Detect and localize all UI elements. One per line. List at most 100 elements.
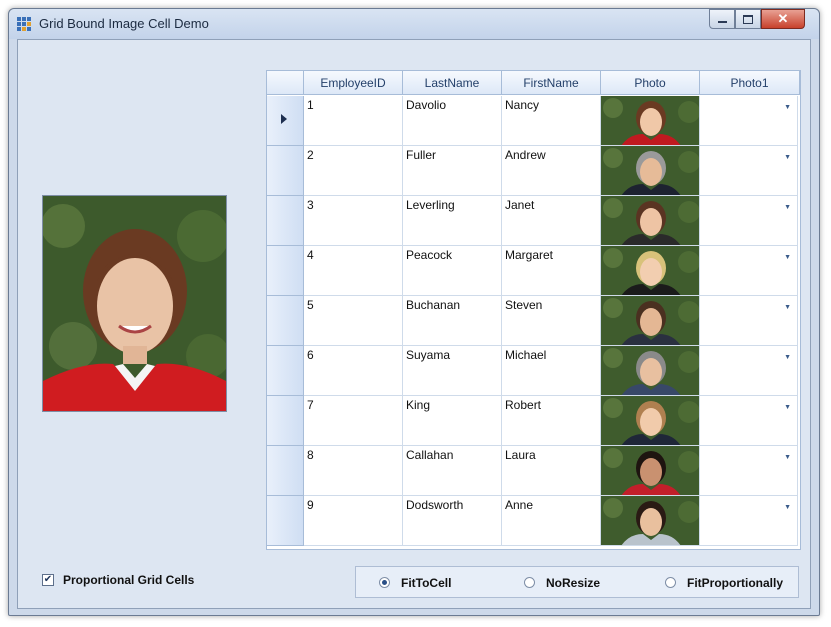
column-header[interactable]: FirstName: [502, 71, 601, 95]
column-header[interactable]: LastName: [403, 71, 502, 95]
fit-proportionally-radio[interactable]: [665, 577, 676, 588]
employee-photo: [601, 96, 699, 145]
row-header[interactable]: [267, 246, 304, 296]
first-name-cell[interactable]: Margaret: [502, 246, 601, 296]
no-resize-label[interactable]: NoResize: [546, 576, 600, 590]
first-name-cell[interactable]: Laura: [502, 446, 601, 496]
photo1-cell[interactable]: ▼: [700, 446, 798, 496]
employee-photo: [601, 296, 699, 345]
photo-cell[interactable]: [601, 246, 700, 296]
photo-cell[interactable]: [601, 146, 700, 196]
last-name-cell[interactable]: King: [403, 396, 502, 446]
proportional-checkbox-label[interactable]: Proportional Grid Cells: [63, 573, 194, 587]
last-name-cell[interactable]: Davolio: [403, 96, 502, 146]
client-area: EmployeeID LastName FirstName Photo Phot…: [17, 39, 811, 609]
first-name-cell[interactable]: Anne: [502, 496, 601, 546]
column-header[interactable]: EmployeeID: [304, 71, 403, 95]
employee-id-cell[interactable]: 8: [304, 446, 403, 496]
dropdown-arrow-icon[interactable]: ▼: [784, 354, 791, 361]
employee-id-cell[interactable]: 9: [304, 496, 403, 546]
photo1-cell[interactable]: ▼: [700, 146, 798, 196]
first-name-cell[interactable]: Janet: [502, 196, 601, 246]
photo-cell[interactable]: [601, 96, 700, 146]
employee-photo: [601, 346, 699, 395]
dropdown-arrow-icon[interactable]: ▼: [784, 504, 791, 511]
row-header[interactable]: [267, 296, 304, 346]
maximize-button[interactable]: [735, 9, 761, 29]
resize-mode-group: FitToCell NoResize FitProportionally: [355, 566, 799, 598]
last-name-cell[interactable]: Suyama: [403, 346, 502, 396]
dropdown-arrow-icon[interactable]: ▼: [784, 204, 791, 211]
last-name-cell[interactable]: Leverling: [403, 196, 502, 246]
photo-cell[interactable]: [601, 396, 700, 446]
dropdown-arrow-icon[interactable]: ▼: [784, 454, 791, 461]
employee-id-cell[interactable]: 3: [304, 196, 403, 246]
photo1-cell[interactable]: ▼: [700, 96, 798, 146]
window-title: Grid Bound Image Cell Demo: [39, 16, 209, 31]
fit-to-cell-radio[interactable]: [379, 577, 390, 588]
photo-cell[interactable]: [601, 496, 700, 546]
employee-id-cell[interactable]: 7: [304, 396, 403, 446]
last-name-cell[interactable]: Buchanan: [403, 296, 502, 346]
current-row-icon: [281, 114, 287, 124]
first-name-cell[interactable]: Nancy: [502, 96, 601, 146]
dropdown-arrow-icon[interactable]: ▼: [784, 254, 791, 261]
last-name-cell[interactable]: Peacock: [403, 246, 502, 296]
last-name-cell[interactable]: Callahan: [403, 446, 502, 496]
fit-proportionally-label[interactable]: FitProportionally: [687, 576, 783, 590]
employee-id-cell[interactable]: 2: [304, 146, 403, 196]
last-name-cell[interactable]: Dodsworth: [403, 496, 502, 546]
proportional-checkbox[interactable]: ✔: [42, 574, 54, 586]
photo1-cell[interactable]: ▼: [700, 496, 798, 546]
fit-to-cell-label[interactable]: FitToCell: [401, 576, 451, 590]
column-header[interactable]: Photo1: [700, 71, 800, 95]
photo-cell[interactable]: [601, 346, 700, 396]
employee-id-cell[interactable]: 1: [304, 96, 403, 146]
column-header[interactable]: Photo: [601, 71, 700, 95]
photo1-cell[interactable]: ▼: [700, 346, 798, 396]
first-name-cell[interactable]: Andrew: [502, 146, 601, 196]
photo1-cell[interactable]: ▼: [700, 396, 798, 446]
employee-photo: [601, 196, 699, 245]
no-resize-radio[interactable]: [524, 577, 535, 588]
employee-id-cell[interactable]: 5: [304, 296, 403, 346]
photo-cell[interactable]: [601, 446, 700, 496]
minimize-icon: [717, 21, 727, 23]
first-name-cell[interactable]: Steven: [502, 296, 601, 346]
row-header[interactable]: [267, 446, 304, 496]
row-header[interactable]: [267, 96, 304, 146]
photo-cell[interactable]: [601, 296, 700, 346]
photo-cell[interactable]: [601, 196, 700, 246]
row-header[interactable]: [267, 496, 304, 546]
dropdown-arrow-icon[interactable]: ▼: [784, 304, 791, 311]
title-bar[interactable]: Grid Bound Image Cell Demo ✕: [9, 9, 819, 39]
employee-grid[interactable]: EmployeeID LastName FirstName Photo Phot…: [266, 70, 801, 550]
minimize-button[interactable]: [709, 9, 735, 29]
row-header[interactable]: [267, 396, 304, 446]
dropdown-arrow-icon[interactable]: ▼: [784, 104, 791, 111]
close-button[interactable]: ✕: [761, 9, 805, 29]
employee-photo: [601, 396, 699, 445]
last-name-cell[interactable]: Fuller: [403, 146, 502, 196]
row-header[interactable]: [267, 196, 304, 246]
row-header[interactable]: [267, 146, 304, 196]
app-window: Grid Bound Image Cell Demo ✕ EmployeeID …: [8, 8, 820, 616]
employee-photo: [601, 246, 699, 295]
photo1-cell[interactable]: ▼: [700, 246, 798, 296]
photo1-cell[interactable]: ▼: [700, 196, 798, 246]
employee-id-cell[interactable]: 4: [304, 246, 403, 296]
check-icon: ✔: [43, 574, 53, 585]
employee-id-cell[interactable]: 6: [304, 346, 403, 396]
dropdown-arrow-icon[interactable]: ▼: [784, 404, 791, 411]
photo1-cell[interactable]: ▼: [700, 296, 798, 346]
selected-employee-photo: [42, 195, 227, 412]
dropdown-arrow-icon[interactable]: ▼: [784, 154, 791, 161]
first-name-cell[interactable]: Robert: [502, 396, 601, 446]
first-name-cell[interactable]: Michael: [502, 346, 601, 396]
corner-header: [267, 71, 304, 95]
close-icon: ✕: [777, 11, 789, 26]
employee-photo: [601, 446, 699, 495]
row-header[interactable]: [267, 346, 304, 396]
employee-photo: [601, 146, 699, 195]
employee-photo: [601, 496, 699, 545]
